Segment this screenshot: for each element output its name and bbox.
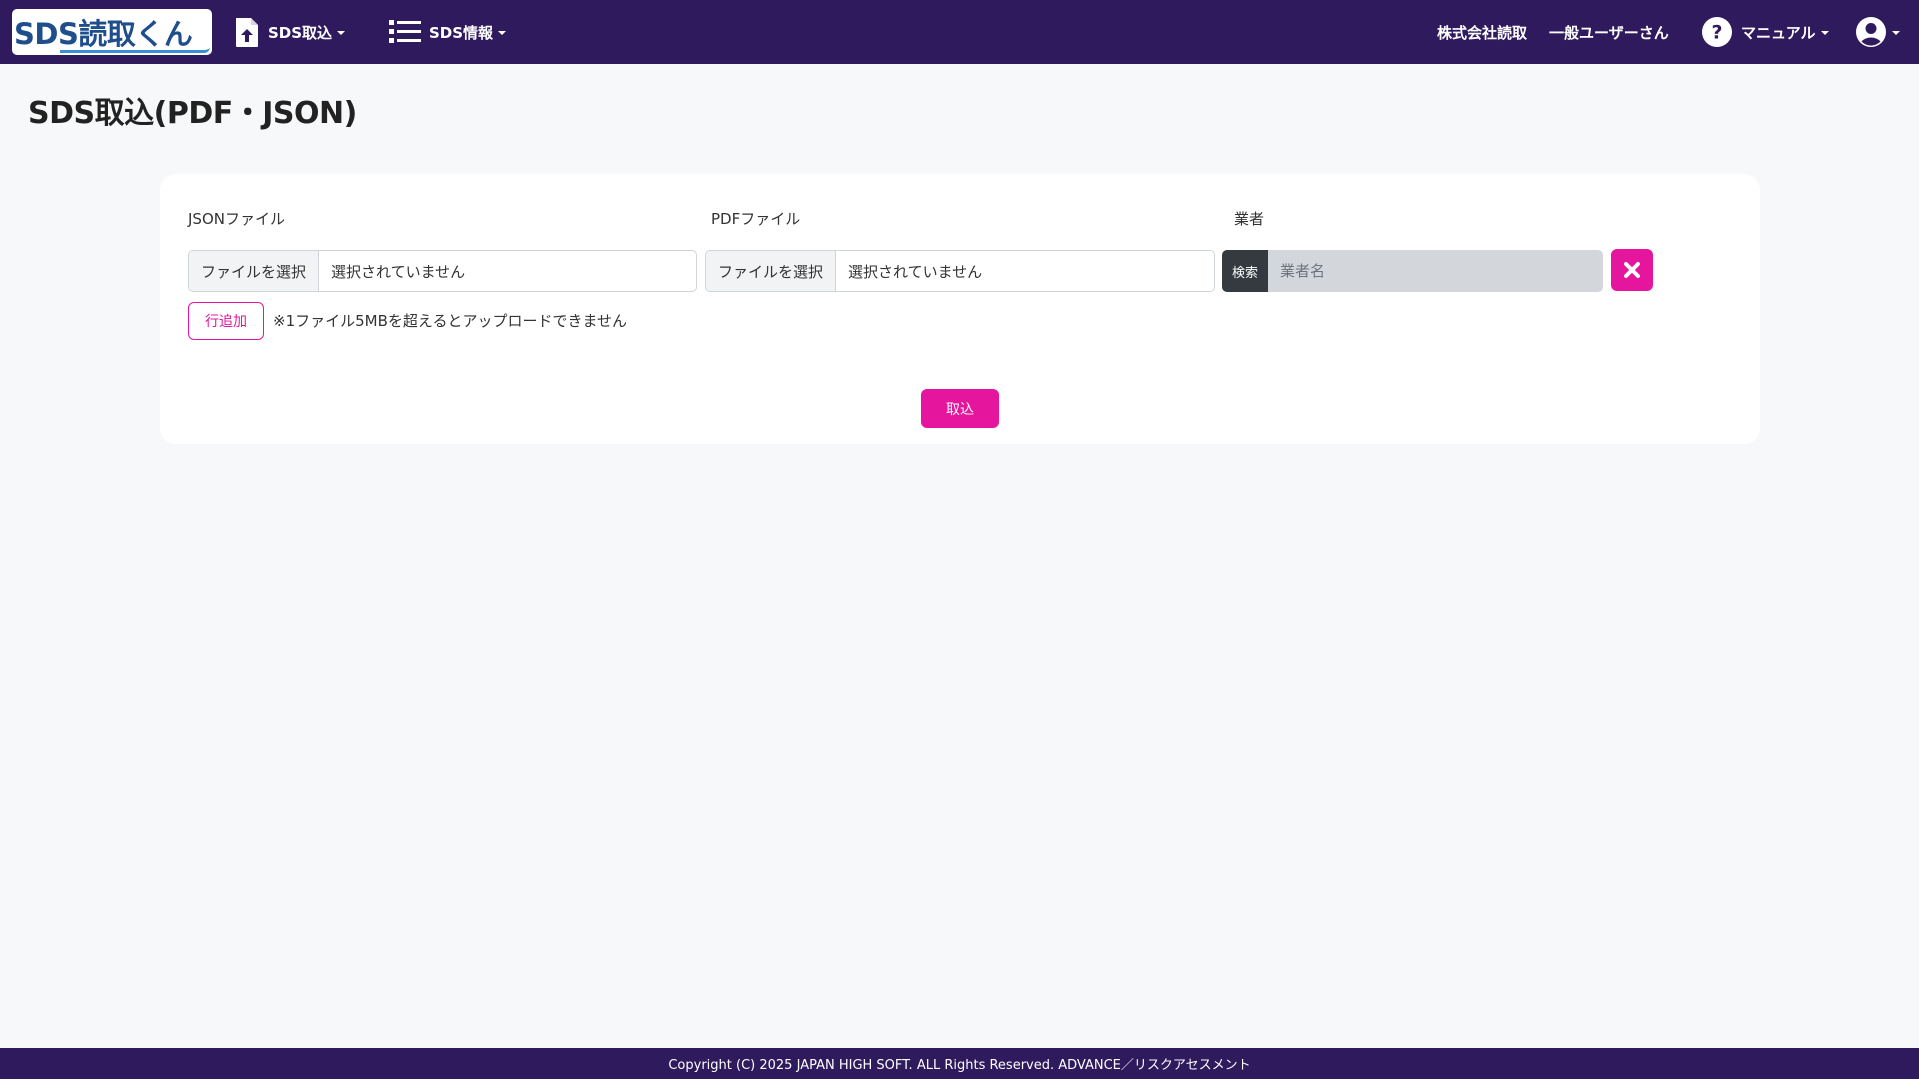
- close-icon: [1624, 262, 1640, 278]
- nav-sds-info-menu[interactable]: SDS情報: [389, 0, 507, 64]
- nav-sds-import-menu[interactable]: SDS取込: [234, 0, 346, 64]
- vendor-search-button[interactable]: 検索: [1222, 250, 1268, 292]
- file-upload-icon: [234, 16, 260, 48]
- vendor-name-input[interactable]: [1268, 250, 1603, 292]
- json-file-label: JSONファイル: [188, 210, 285, 228]
- chevron-down-icon: [498, 31, 507, 35]
- brand-logo[interactable]: SDS読取くん: [12, 9, 212, 55]
- chevron-down-icon: [337, 31, 346, 35]
- user-circle-icon: [1855, 16, 1887, 48]
- import-form-card: JSONファイル PDFファイル 業者 ファイルを選択 選択されていません ファ…: [160, 174, 1760, 444]
- user-name: 一般ユーザーさん: [1549, 23, 1669, 42]
- nav-manual-label: マニュアル: [1741, 23, 1816, 42]
- json-choose-file-button[interactable]: ファイルを選択: [189, 251, 320, 291]
- pdf-file-label: PDFファイル: [711, 210, 801, 228]
- clear-vendor-button[interactable]: [1611, 249, 1653, 291]
- chevron-down-icon: [1820, 31, 1829, 35]
- list-icon: [389, 18, 421, 46]
- company-name: 株式会社読取: [1437, 23, 1528, 42]
- nav-sds-info-label: SDS情報: [429, 23, 494, 42]
- question-circle-icon: ?: [1701, 16, 1733, 48]
- nav-manual-menu[interactable]: ? マニュアル: [1701, 0, 1829, 64]
- nav-user-menu[interactable]: [1855, 0, 1900, 64]
- pdf-file-input[interactable]: ファイルを選択 選択されていません: [705, 250, 1215, 292]
- vendor-label: 業者: [1234, 210, 1265, 228]
- top-navbar: SDS読取くん SDS取込 SDS情報 株式会社読取 一般ユーザーさん ? マニ…: [0, 0, 1919, 64]
- chevron-down-icon: [1892, 31, 1900, 35]
- page-title: SDS取込(PDF・JSON): [28, 96, 357, 131]
- file-size-note: ※1ファイル5MBを超えるとアップロードできません: [273, 312, 627, 330]
- json-file-input[interactable]: ファイルを選択 選択されていません: [188, 250, 697, 292]
- vendor-search-group: 検索: [1222, 250, 1603, 292]
- svg-text:?: ?: [1711, 22, 1722, 44]
- nav-sds-import-label: SDS取込: [268, 23, 333, 42]
- add-row-button[interactable]: 行追加: [188, 302, 264, 340]
- json-file-status: 選択されていません: [331, 262, 466, 281]
- pdf-file-status: 選択されていません: [848, 262, 983, 281]
- footer: Copyright (C) 2025 JAPAN HIGH SOFT. ALL …: [0, 1048, 1919, 1079]
- pdf-choose-file-button[interactable]: ファイルを選択: [706, 251, 837, 291]
- brand-swoosh: [60, 47, 210, 53]
- copyright-text: Copyright (C) 2025 JAPAN HIGH SOFT. ALL …: [668, 1058, 1251, 1073]
- import-button[interactable]: 取込: [921, 389, 999, 428]
